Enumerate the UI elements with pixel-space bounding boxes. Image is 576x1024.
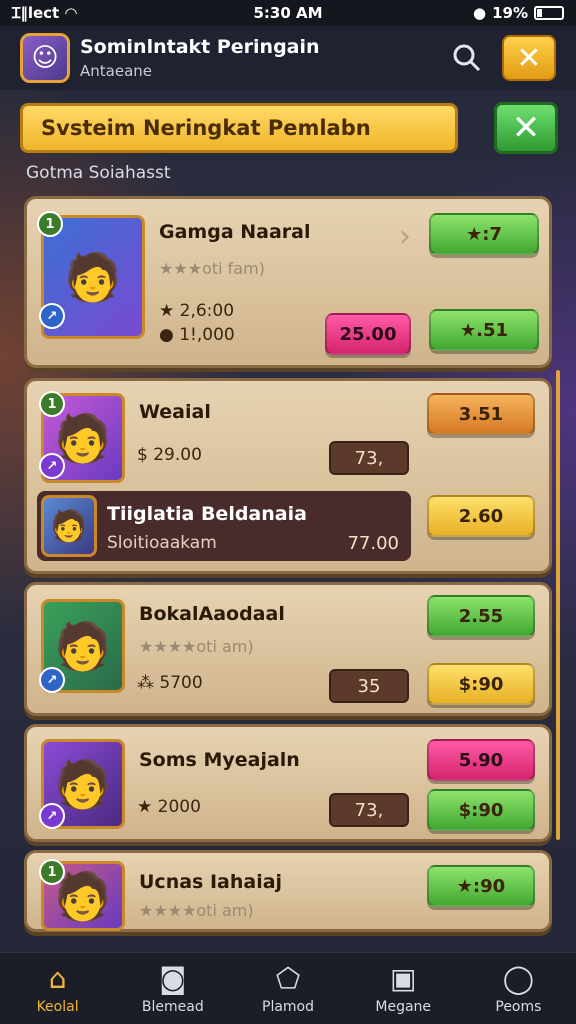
nav-item-pentagon[interactable]: ⬠ Plamod [230,953,345,1024]
highlighted-row[interactable]: 🧑 Tiiglatia Beldanaia Sloitioaakam 77.00 [37,491,411,561]
status-bar: Ɪ‖lect ◠ 5:30 AM ● 19% [0,0,576,26]
list-item[interactable]: 🧑 1 ↗ Gamga Naaral ★★★oti fam) ★ 2,6:00 … [24,196,552,368]
player-subtitle: ★★★★oti am) [139,637,254,656]
banner-close-button[interactable]: ✕ [494,102,558,154]
avatar[interactable]: ☺ [20,33,70,83]
scrollbar[interactable] [556,370,560,840]
gem-stat: ⁂ 5700 [137,673,203,693]
app-screen: Ɪ‖lect ◠ 5:30 AM ● 19% ☺ Sominlntakt Per… [0,0,576,1024]
location-icon: ● [473,4,487,22]
player-name: Soms Myeajaln [139,749,300,771]
status-left: Ɪ‖lect ◠ [12,3,77,23]
nav-label: Megane [375,999,432,1015]
chevron-right-icon: › [399,219,411,254]
level-badge-icon: 1 [37,211,63,237]
search-button[interactable] [444,35,490,81]
ranking-banner: Svsteim Neringkat Pemlabn [20,103,458,153]
gem-stat: ● 1!,000 [159,325,235,345]
list-item[interactable]: 🧑 ↗ Soms Myeajaln ★ 2000 73, 5.90 $:90 [24,724,552,842]
home-icon: ⌂ [48,962,67,995]
coin-stat: ★ 2,6:00 [159,301,235,321]
nav-item-camera[interactable]: ◙ Blemead [115,953,230,1024]
message-icon: ▣ [389,962,417,995]
score-pill: 73, [329,441,409,475]
reward-button[interactable]: 2.55 [427,595,535,637]
compass-icon: ↗ [39,303,65,329]
profile-icon: ◯ [502,962,535,995]
app-title: Sominlntakt Peringain [80,36,320,58]
pentagon-icon: ⬠ [275,962,301,995]
price-button[interactable]: 5.90 [427,739,535,781]
list-item[interactable]: 🧑 ↗ BokalAaodaal ★★★★oti am) ⁂ 5700 35 2… [24,582,552,716]
player-subtitle: ★★★★oti am) [139,901,254,920]
compass-icon: ↗ [39,667,65,693]
coin-stat: ★ 2000 [137,797,201,817]
search-icon [453,44,481,72]
coin-stat: $ 29.00 [137,445,202,465]
nav-item-profile[interactable]: ◯ Peoms [461,953,576,1024]
nav-label: Blemead [141,999,204,1015]
battery-icon [534,6,564,20]
close-icon: ✕ [516,40,542,76]
highlighted-name: Tiiglatia Beldanaia [107,503,307,525]
reward-button[interactable]: ★:90 [427,865,535,907]
wifi-icon: ◠ [65,4,77,22]
claim-button[interactable]: $:90 [427,663,535,705]
score-pill: 73, [329,793,409,827]
reward-button[interactable]: ★:7 [429,213,539,255]
player-name: Ucnas Iahaiaj [139,871,283,893]
section-label: Gotma Soiahasst [26,163,171,183]
claim-button[interactable]: 2.60 [427,495,535,537]
price-button[interactable]: 25.00 [325,313,411,355]
player-name: BokalAaodaal [139,603,285,625]
player-portrait: 🧑 [41,495,97,557]
compass-icon: ↗ [39,803,65,829]
claim-button[interactable]: ★.51 [429,309,539,351]
close-button[interactable]: ✕ [502,35,556,81]
reward-button[interactable]: 3.51 [427,393,535,435]
score-pill: 35 [329,669,409,703]
signal-label: Ɪ‖lect [12,4,60,22]
list-item[interactable]: 🧑 1 ↗ Weaial $ 29.00 73, 3.51 🧑 Tiiglati… [24,378,552,574]
app-titles: Sominlntakt Peringain Antaeane [80,36,444,80]
close-icon: ✕ [511,108,541,148]
claim-button[interactable]: $:90 [427,789,535,831]
player-subtitle: ★★★oti fam) [159,259,265,278]
bottom-nav: ⌂ Keolal ◙ Blemead ⬠ Plamod ▣ Megane ◯ P… [0,952,576,1024]
level-badge-icon: 1 [39,391,65,417]
battery-percent: 19% [492,4,528,22]
player-name: Weaial [139,401,211,423]
nav-label: Peoms [495,999,542,1015]
nav-label: Keolal [36,999,79,1015]
app-subtitle: Antaeane [80,62,152,80]
nav-item-messages[interactable]: ▣ Megane [346,953,461,1024]
highlighted-subtitle: Sloitioaakam [107,533,217,553]
list-item[interactable]: 🧑 1 Ucnas Iahaiaj ★★★★oti am) ★:90 [24,850,552,932]
highlighted-value: 77.00 [347,533,399,554]
level-badge-icon: 1 [39,859,65,885]
status-right: ● 19% [473,4,564,22]
compass-icon: ↗ [39,453,65,479]
camera-icon: ◙ [159,962,187,995]
nav-item-home[interactable]: ⌂ Keolal [0,953,115,1024]
nav-label: Plamod [262,999,315,1015]
player-name: Gamga Naaral [159,221,311,243]
app-bar: ☺ Sominlntakt Peringain Antaeane ✕ [0,26,576,90]
